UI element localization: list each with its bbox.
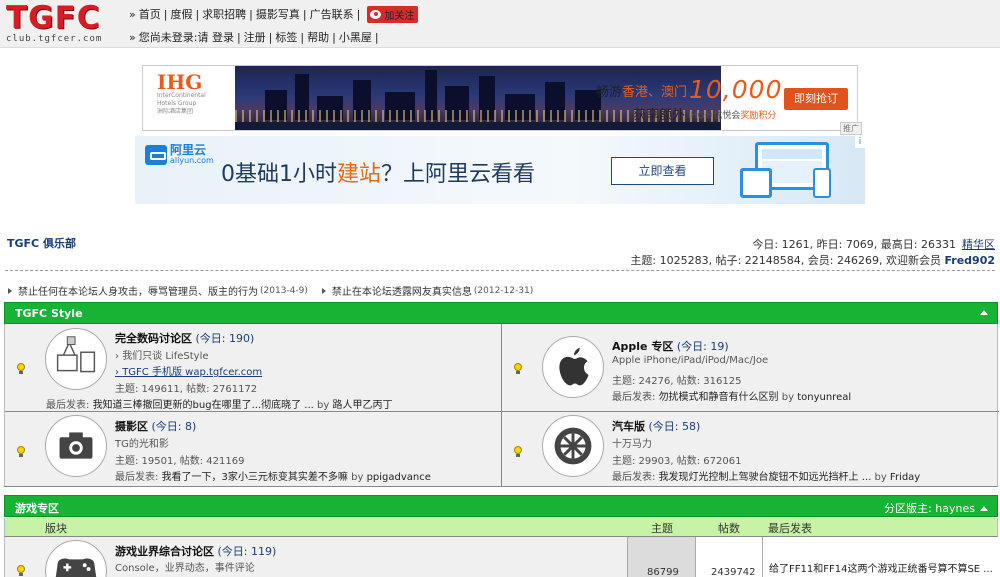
weibo-follow-button[interactable]: 加关注 [367,5,419,23]
login-prompt: 您尚未登录:请 [138,31,209,44]
last-post[interactable]: 最后发表: 勿扰模式和静音有什么区别 by tonyunreal [612,388,851,403]
logo-text: TGFC [6,0,101,36]
board-title[interactable]: 完全数码讨论区 (今日: 190) [115,330,254,346]
board-cell: 汽车版 (今日: 58) 十万马力 主题: 29903, 帖数: 672061 … [502,412,999,487]
ihg-logo: IHG InterContinental Hotels Group 洲际酒店集团 [157,70,206,115]
nav-tags[interactable]: 标签 [275,29,297,45]
ihg-ad-banner[interactable]: IHG InterContinental Hotels Group 洲际酒店集团… [142,65,858,131]
ihg-subline: 获享额外 [633,108,686,123]
site-stats-today: 今日: 1261, 昨日: 7069, 最高日: 26331 精华区 [752,238,995,251]
topic-count: 86799 [647,567,679,577]
divider [5,270,995,271]
lightbulb-icon [514,363,522,374]
board-desc: Console，业界动态，事件评论 [115,563,255,574]
digital-icon[interactable] [45,328,107,390]
gamepad-icon[interactable] [45,540,107,577]
last-post[interactable]: 最后发表: 我知道三棒撤回更新的bug在哪里了...彻底晓了 ... by 路人… [46,396,393,411]
lightbulb-icon [17,446,25,457]
board-title[interactable]: 汽车版 (今日: 58) [612,418,700,434]
arrow-icon [321,287,326,294]
section-title: 游戏专区 [15,502,59,515]
ihg-book-button[interactable]: 即刻抢订 [784,88,848,110]
post-count: 2439742 [711,567,756,577]
col-topics: 主题 [651,522,673,535]
logo-domain: club.tgfcer.com [6,34,103,44]
section-header-tgfc-style: TGFC Style [4,302,998,324]
nav-home[interactable]: 首页 [139,6,161,22]
announcement-item[interactable]: 禁止任何在本论坛人身攻击，辱骂管理员、版主的行为 (2013-4-9) [8,283,308,298]
board-stats: 主题: 24276, 帖数: 316125 [612,376,742,387]
nav-jobs[interactable]: 求职招聘 [202,6,246,22]
nav-register[interactable]: 注册 [244,29,266,45]
lightbulb-icon [17,565,25,576]
user-nav: » 您尚未登录:请 登录 | 注册 | 标签 | 帮助 | 小黑屋 | [129,29,379,45]
col-last: 最后发表 [768,522,812,535]
main-nav: » 首页 | 度假 | 求职招聘 | 摄影写真 | 广告联系 | 加关注 [129,5,419,23]
collapse-icon[interactable] [980,310,988,315]
ihg-points-label: IHG®优悦会奖励积分 [688,111,777,121]
board-grid: 完全数码讨论区 (今日: 190) › 我们只谈 LifeStyle › TGF… [4,324,999,487]
ihg-points-number: 10,000 [689,75,783,104]
last-post[interactable]: 最后发表: 我发现灯光控制上驾驶台旋钮不如远光挡杆上 ... by Friday [612,468,920,483]
col-board: 版块 [45,522,67,535]
announcement-item[interactable]: 禁止在本论坛透露网友真实信息 (2012-12-31) [321,283,533,298]
wap-link[interactable]: › TGFC 手机版 wap.tgfcer.com [115,363,262,378]
board-title[interactable]: 摄影区 (今日: 8) [115,418,196,434]
site-stats-totals: 主题: 1025283, 帖子: 22148584, 会员: 246269, 欢… [630,254,995,267]
collapse-icon[interactable] [980,506,988,511]
nav-login[interactable]: 登录 [212,29,234,45]
board-stats: 主题: 29903, 帖数: 672061 [612,456,742,467]
breadcrumb[interactable]: TGFC 俱乐部 [7,235,76,251]
essence-link[interactable]: 精华区 [962,238,995,251]
ad-info-icon[interactable]: i [855,136,865,148]
ihg-headline: 畅游香港、澳门 [596,85,688,100]
board-stats: 主题: 19501, 帖数: 421169 [115,456,245,467]
board-cell: 摄影区 (今日: 8) TG的光和影 主题: 19501, 帖数: 421169… [5,412,502,487]
aliyun-ad-banner[interactable]: 阿里云 aliyun.com 0基础1小时建站？上阿里云看看 立即查看 i [135,136,865,204]
new-member-link[interactable]: Fred902 [944,254,995,267]
aliyun-view-button[interactable]: 立即查看 [611,157,714,185]
nav-blackroom[interactable]: 小黑屋 [339,29,372,45]
weibo-icon [370,9,382,19]
last-post[interactable]: 给了FF11和FF14这两个游戏正统番号算不算SE ... [769,560,993,575]
board-desc: › 我们只谈 LifeStyle [115,351,209,362]
nav-photo[interactable]: 摄影写真 [256,6,300,22]
table-row: 游戏业界综合讨论区 (今日: 119) Console，业界动态，事件评论 86… [4,536,999,577]
phone-illustration [813,168,831,198]
site-logo[interactable]: TGFC club.tgfcer.com [6,3,124,45]
section-moderator: 分区版主: haynes [884,500,988,516]
board-title[interactable]: 游戏业界综合讨论区 (今日: 119) [115,543,276,559]
tablet-illustration [740,168,772,198]
arrow-icon [8,287,12,294]
apple-icon[interactable] [542,336,604,398]
board-cell: 完全数码讨论区 (今日: 190) › 我们只谈 LifeStyle › TGF… [5,324,502,412]
site-header: TGFC club.tgfcer.com » 首页 | 度假 | 求职招聘 | 摄影写… [0,0,1000,48]
section-header-games: 游戏专区 分区版主: haynes [4,495,998,517]
announcements: 禁止任何在本论坛人身攻击，辱骂管理员、版主的行为 (2013-4-9) 禁止在本论… [8,283,547,298]
games-table-header: 版块 主题 帖数 最后发表 [4,518,998,536]
nav-ads[interactable]: 广告联系 [310,6,354,22]
board-title[interactable]: Apple 专区 (今日: 19) [612,338,729,354]
aliyun-headline: 0基础1小时建站？上阿里云看看 [221,162,536,187]
nav-help[interactable]: 帮助 [307,29,329,45]
lightbulb-icon [514,446,522,457]
camera-icon[interactable] [45,415,107,477]
aliyun-logo-icon [145,144,167,165]
board-stats: 主题: 149611, 帖数: 2761172 [115,384,258,395]
col-posts: 帖数 [718,522,740,535]
board-desc: TG的光和影 [115,439,169,450]
lightbulb-icon [17,363,25,374]
ad-label: 推广 [840,122,862,135]
board-desc: Apple iPhone/iPad/iPod/Mac/Joe [612,355,769,366]
aliyun-logo: 阿里云 aliyun.com [145,144,214,165]
section-title: TGFC Style [15,307,83,320]
moderator-link[interactable]: haynes [935,502,975,515]
wheel-icon[interactable] [542,415,604,477]
last-post[interactable]: 最后发表: 我看了一下，3家小三元标变其实差不多嘛 by ppigadvance [115,468,431,483]
board-desc: 十万马力 [612,439,652,450]
nav-vacation[interactable]: 度假 [170,6,192,22]
board-cell: Apple 专区 (今日: 19) Apple iPhone/iPad/iPod… [502,324,999,412]
